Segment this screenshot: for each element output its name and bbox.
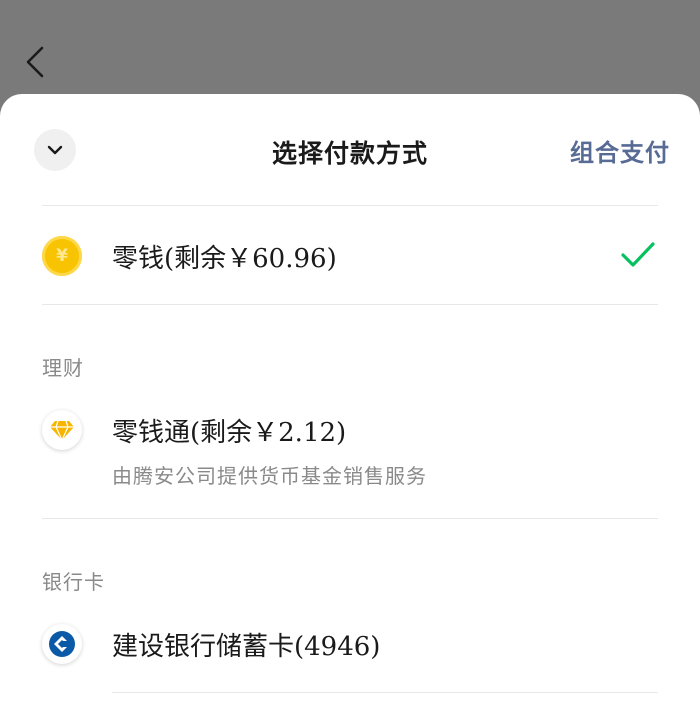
- payment-method-sheet: 选择付款方式 组合支付 ¥ 零钱(剩余￥60.96) 理财 零钱通(剩余￥2.1…: [0, 94, 700, 724]
- combo-payment-link[interactable]: 组合支付: [570, 133, 670, 168]
- diamond-icon: [42, 410, 82, 450]
- section-title-finance: 理财: [42, 356, 84, 380]
- payment-option-ccb-card[interactable]: 建设银行储蓄卡(4946): [0, 606, 700, 696]
- chevron-left-icon: [26, 46, 44, 78]
- ccb-card-label: 建设银行储蓄卡(4946): [112, 632, 381, 662]
- payment-option-balance[interactable]: ¥ 零钱(剩余￥60.96): [0, 206, 700, 304]
- section-title-bank: 银行卡: [42, 570, 105, 594]
- finance-divider: [42, 518, 658, 519]
- back-button[interactable]: [18, 42, 58, 82]
- bank-divider: [112, 692, 658, 693]
- lingqiantong-subtitle: 由腾安公司提供货币基金销售服务: [112, 464, 427, 488]
- lingqiantong-label: 零钱通(剩余￥2.12): [112, 418, 347, 448]
- ccb-logo-icon: [42, 624, 82, 664]
- yuan-coin-icon: ¥: [42, 236, 82, 276]
- checkmark-icon: [621, 242, 655, 267]
- balance-label: 零钱(剩余￥60.96): [112, 244, 337, 274]
- payment-option-lingqiantong[interactable]: 零钱通(剩余￥2.12) 由腾安公司提供货币基金销售服务: [0, 394, 700, 514]
- sheet-header: 选择付款方式 组合支付: [0, 94, 700, 206]
- balance-divider: [42, 304, 658, 305]
